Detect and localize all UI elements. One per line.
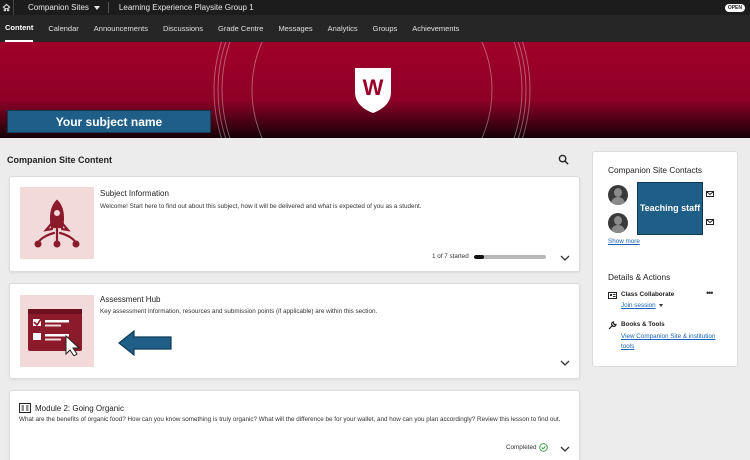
tab-discussions[interactable]: Discussions — [163, 15, 203, 42]
avatar[interactable] — [608, 185, 628, 205]
tab-grade-centre[interactable]: Grade Centre — [218, 15, 263, 42]
tab-messages[interactable]: Messages — [278, 15, 312, 42]
assessment-form-icon — [20, 295, 94, 367]
companion-sites-label: Companion Sites — [28, 3, 89, 12]
arrow-left-icon — [118, 330, 172, 356]
mail-icon[interactable] — [706, 191, 714, 197]
course-banner: W Your subject name — [0, 42, 750, 138]
card-title[interactable]: Subject Information — [100, 189, 169, 198]
class-collaborate-icon — [608, 292, 617, 299]
tab-announcements[interactable]: Announcements — [94, 15, 148, 42]
card-description: What are the benefits of organic food? H… — [19, 416, 561, 423]
completion-status: Completed — [506, 443, 549, 452]
companion-sites-menu[interactable]: Companion Sites — [20, 2, 109, 13]
content-card-module-2[interactable]: Module 2: Going Organic What are the ben… — [9, 390, 580, 460]
details-title: Details & Actions — [608, 272, 671, 282]
course-title: Learning Experience Playsite Group 1 — [118, 3, 254, 12]
university-logo: W — [355, 68, 391, 113]
rocket-icon — [20, 187, 94, 259]
tab-analytics[interactable]: Analytics — [328, 15, 358, 42]
logo-letter: W — [363, 75, 384, 100]
content-title: Companion Site Content — [7, 155, 112, 165]
chevron-down-icon[interactable] — [560, 255, 570, 261]
details-sidebar: Companion Site Contacts Teaching staff S… — [592, 151, 738, 367]
content-card-subject-information[interactable]: Subject Information Welcome! Start here … — [9, 176, 580, 272]
tab-content[interactable]: Content — [5, 15, 34, 42]
card-description: Key assessment information, resources an… — [100, 308, 378, 315]
module-book-icon — [19, 403, 31, 413]
join-session-control[interactable]: Join session — [621, 302, 663, 309]
chevron-down-icon[interactable] — [658, 304, 663, 307]
subject-name-label: Your subject name — [7, 110, 211, 133]
view-tools-link[interactable]: View Companion Site & institution tools — [621, 332, 716, 352]
show-more-link[interactable]: Show more — [608, 238, 640, 245]
check-circle-icon — [539, 443, 549, 452]
home-icon[interactable] — [0, 0, 14, 15]
card-title[interactable]: Module 2: Going Organic — [35, 404, 124, 413]
tab-groups[interactable]: Groups — [373, 15, 398, 42]
progress-bar — [473, 254, 546, 259]
chevron-down-icon[interactable] — [560, 446, 570, 452]
progress-text: 1 of 7 started — [432, 253, 469, 260]
card-description: Welcome! Start here to find out about th… — [100, 203, 422, 210]
content-card-assessment-hub[interactable]: Assessment Hub Key assessment informatio… — [9, 283, 580, 379]
tab-calendar[interactable]: Calendar — [48, 15, 78, 42]
course-nav: Content Calendar Announcements Discussio… — [0, 15, 750, 42]
join-session-link[interactable]: Join session — [621, 302, 656, 309]
teaching-staff-label: Teaching staff — [637, 182, 703, 235]
status-badge: OPEN — [724, 4, 745, 12]
completed-label: Completed — [506, 444, 537, 451]
books-tools-label: Books & Tools — [621, 321, 665, 328]
content-area: Companion Site Content Subject Informati… — [0, 138, 588, 460]
progress-bar-fill — [473, 254, 484, 259]
card-title[interactable]: Assessment Hub — [100, 295, 160, 304]
avatar[interactable] — [608, 213, 628, 233]
search-icon[interactable] — [558, 154, 569, 165]
wrench-icon — [608, 321, 617, 330]
contacts-title: Companion Site Contacts — [608, 165, 703, 175]
chevron-down-icon[interactable] — [560, 360, 570, 366]
mail-icon[interactable] — [706, 219, 714, 225]
top-bar: Companion Sites Learning Experience Play… — [0, 0, 750, 15]
class-collaborate-label: Class Collaborate — [621, 291, 675, 298]
tab-achievements[interactable]: Achievements — [412, 15, 459, 42]
progress-indicator: 1 of 7 started — [432, 253, 546, 260]
chevron-down-icon — [93, 5, 100, 10]
more-options-icon[interactable]: ••• — [706, 289, 714, 298]
